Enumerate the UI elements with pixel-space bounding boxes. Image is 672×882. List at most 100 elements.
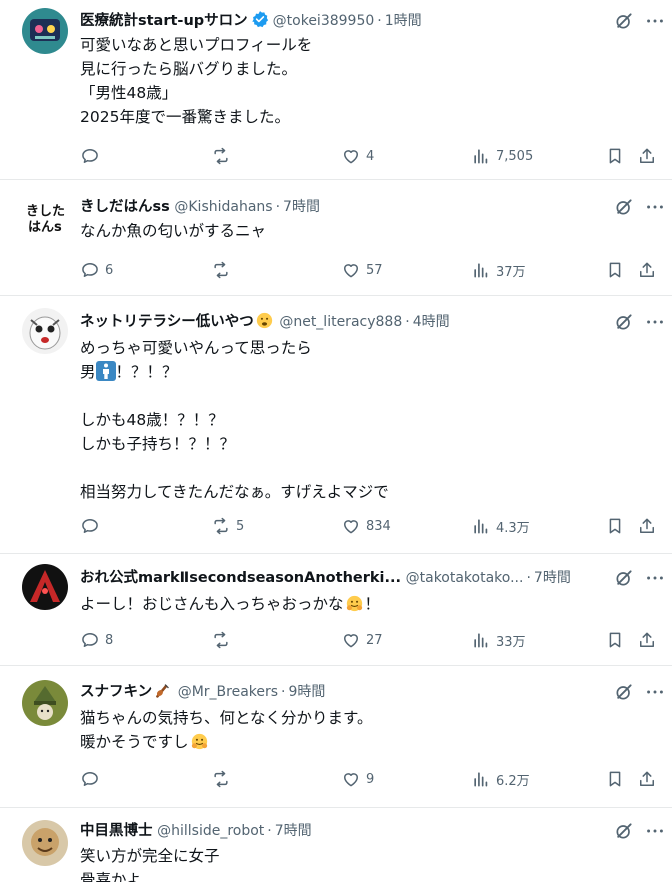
share-button[interactable] bbox=[637, 628, 657, 652]
handle[interactable]: @net_literacy888 bbox=[279, 314, 402, 330]
text-line: 男 ！？！？ bbox=[80, 360, 389, 384]
more-icon[interactable] bbox=[644, 820, 666, 842]
grok-icon[interactable] bbox=[614, 197, 634, 217]
display-name[interactable]: 中目黒博士 bbox=[80, 823, 153, 839]
reply-button[interactable]: 8 bbox=[80, 628, 113, 652]
tweet[interactable]: おれ公式markⅡsecondseasonAnotherki... @takot… bbox=[0, 554, 672, 666]
action-bar: 6 57 37万 bbox=[80, 258, 660, 282]
views-button[interactable]: 4.3万 bbox=[471, 514, 530, 538]
like-count: 834 bbox=[366, 518, 391, 534]
timestamp[interactable]: 1時間 bbox=[385, 13, 422, 29]
bookmark-button[interactable] bbox=[605, 258, 625, 282]
share-button[interactable] bbox=[637, 258, 657, 282]
like-icon bbox=[341, 630, 361, 650]
like-button[interactable]: 9 bbox=[341, 767, 374, 791]
display-name[interactable]: おれ公式markⅡsecondseasonAnotherki... bbox=[80, 570, 401, 586]
views-count: 7,505 bbox=[496, 148, 534, 164]
separator-dot: · bbox=[281, 684, 286, 700]
like-button[interactable]: 834 bbox=[341, 514, 391, 538]
share-button[interactable] bbox=[637, 514, 657, 538]
repost-button[interactable] bbox=[211, 144, 236, 168]
handle[interactable]: @takotakotako... bbox=[406, 570, 524, 586]
tweet[interactable]: スナフキン @Mr_Breakers · 9時間 猫ちゃんの気持ち、何となく分かりま… bbox=[0, 666, 672, 808]
like-count: 4 bbox=[366, 148, 375, 164]
timestamp[interactable]: 7時間 bbox=[275, 823, 312, 839]
more-icon[interactable] bbox=[644, 567, 666, 589]
repost-button[interactable]: 5 bbox=[211, 514, 244, 538]
display-name[interactable]: 医療統計start-upサロン bbox=[80, 13, 248, 29]
repost-button[interactable] bbox=[211, 767, 236, 791]
more-icon[interactable] bbox=[644, 196, 666, 218]
grok-icon[interactable] bbox=[614, 682, 634, 702]
tweet[interactable]: ネットリテラシー低いやつ @net_literacy888 · 4時間 めっちゃ可愛… bbox=[0, 296, 672, 554]
repost-button[interactable] bbox=[211, 258, 236, 282]
share-button[interactable] bbox=[637, 144, 657, 168]
grok-icon[interactable] bbox=[614, 568, 634, 588]
share-icon bbox=[637, 516, 657, 536]
man-emoji-icon bbox=[95, 361, 116, 381]
avatar[interactable] bbox=[22, 8, 68, 54]
display-name[interactable]: ネットリテラシー低いやつ bbox=[80, 314, 254, 330]
views-icon bbox=[471, 260, 491, 280]
bookmark-button[interactable] bbox=[605, 144, 625, 168]
grok-icon[interactable] bbox=[614, 11, 634, 31]
grok-icon[interactable] bbox=[614, 821, 634, 841]
repost-button[interactable] bbox=[211, 628, 236, 652]
timestamp[interactable]: 4時間 bbox=[413, 314, 450, 330]
avatar[interactable]: きした はんs bbox=[22, 194, 68, 240]
timestamp[interactable]: 7時間 bbox=[534, 570, 571, 586]
avatar[interactable] bbox=[22, 820, 68, 866]
views-button[interactable]: 6.2万 bbox=[471, 767, 530, 791]
handle[interactable]: @Mr_Breakers bbox=[178, 684, 278, 700]
share-icon bbox=[637, 769, 657, 789]
tweet-text: 猫ちゃんの気持ち、何となく分かります。 暖かそうですし bbox=[80, 706, 373, 754]
timestamp[interactable]: 7時間 bbox=[283, 199, 320, 215]
bookmark-icon bbox=[605, 146, 625, 166]
more-icon[interactable] bbox=[644, 311, 666, 333]
views-button[interactable]: 7,505 bbox=[471, 144, 533, 168]
views-button[interactable]: 33万 bbox=[471, 628, 526, 652]
display-name[interactable]: スナフキン bbox=[80, 684, 152, 700]
more-icon[interactable] bbox=[644, 10, 666, 32]
reply-button[interactable]: 6 bbox=[80, 258, 113, 282]
views-icon bbox=[471, 630, 491, 650]
more-icon[interactable] bbox=[644, 681, 666, 703]
text-line: 可愛いなあと思いプロフィールを bbox=[80, 36, 313, 54]
bookmark-icon bbox=[605, 260, 625, 280]
handle[interactable]: @hillside_robot bbox=[157, 823, 264, 839]
share-button[interactable] bbox=[637, 767, 657, 791]
display-name[interactable]: きしだはんss bbox=[80, 199, 170, 215]
tweet[interactable]: 医療統計start-upサロン @tokei389950 · 1時間 可愛いなあと思い… bbox=[0, 0, 672, 180]
like-button[interactable]: 57 bbox=[341, 258, 383, 282]
tweet-header: ネットリテラシー低いやつ @net_literacy888 · 4時間 bbox=[80, 310, 450, 334]
bookmark-button[interactable] bbox=[605, 767, 625, 791]
views-button[interactable]: 37万 bbox=[471, 258, 526, 282]
tweet[interactable]: きした はんs きしだはんss @Kishidahans · 7時間 なんか魚の匂いが… bbox=[0, 180, 672, 296]
reply-button[interactable] bbox=[80, 514, 105, 538]
reply-icon bbox=[80, 516, 100, 536]
tweet-text: よーし！おじさんも入っちゃおっかな ！ bbox=[80, 592, 380, 616]
timestamp[interactable]: 9時間 bbox=[289, 684, 326, 700]
text-line: なんか魚の匂いがするニャ bbox=[80, 222, 267, 240]
like-icon bbox=[341, 516, 361, 536]
avatar[interactable] bbox=[22, 308, 68, 354]
reply-button[interactable] bbox=[80, 767, 105, 791]
tweet[interactable]: 中目黒博士 @hillside_robot · 7時間 笑い方が完全に女子 骨喜かよ bbox=[0, 808, 672, 882]
handle[interactable]: @tokei389950 bbox=[273, 13, 375, 29]
like-button[interactable]: 4 bbox=[341, 144, 374, 168]
text-line: 骨喜かよ bbox=[80, 871, 142, 882]
reply-icon bbox=[80, 769, 100, 789]
repost-icon bbox=[211, 769, 231, 789]
grok-icon[interactable] bbox=[614, 312, 634, 332]
reply-button[interactable] bbox=[80, 144, 105, 168]
avatar[interactable] bbox=[22, 564, 68, 610]
avatar[interactable] bbox=[22, 680, 68, 726]
bookmark-icon bbox=[605, 630, 625, 650]
handle[interactable]: @Kishidahans bbox=[174, 199, 272, 215]
like-button[interactable]: 27 bbox=[341, 628, 383, 652]
text-fragment: ！ bbox=[364, 595, 381, 613]
separator-dot: · bbox=[377, 13, 382, 29]
bookmark-button[interactable] bbox=[605, 514, 625, 538]
bookmark-button[interactable] bbox=[605, 628, 625, 652]
tweet-header: きしだはんss @Kishidahans · 7時間 bbox=[80, 195, 320, 219]
